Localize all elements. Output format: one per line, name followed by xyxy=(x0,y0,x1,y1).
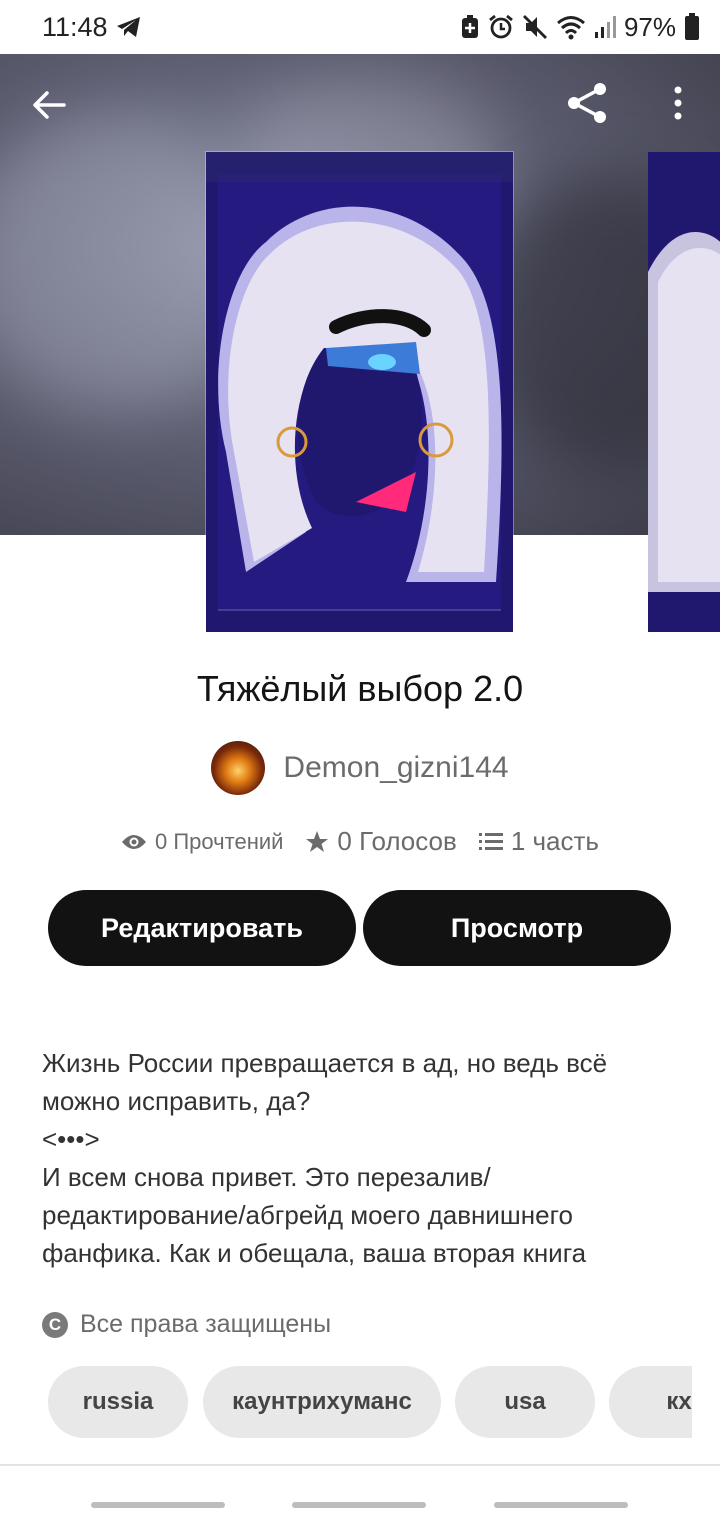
mute-icon xyxy=(522,15,547,39)
system-nav-bar xyxy=(0,1466,720,1520)
next-story-cover[interactable] xyxy=(648,152,720,632)
more-vertical-icon[interactable] xyxy=(664,84,692,124)
tag-chip[interactable]: кх xyxy=(609,1366,692,1438)
tag-list: russia каунтрихуманс usa кх xyxy=(48,1366,692,1438)
story-title: Тяжёлый выбор 2.0 xyxy=(196,668,524,709)
votes-stat: 0 Голосов xyxy=(305,826,457,857)
share-icon[interactable] xyxy=(564,80,610,126)
parts-count: 1 часть xyxy=(510,826,599,856)
battery-icon xyxy=(685,13,699,40)
copyright-text: Все права защищены xyxy=(80,1310,332,1338)
nav-handle[interactable] xyxy=(494,1502,628,1508)
edit-button[interactable]: Редактировать xyxy=(48,890,356,966)
arrow-back-icon[interactable] xyxy=(30,86,68,124)
reads-count: 0 Прочтений xyxy=(155,828,284,854)
tag-chip[interactable]: usa xyxy=(455,1366,595,1438)
telegram-icon xyxy=(117,17,140,37)
cover-illustration xyxy=(206,152,513,632)
battery-saver-icon xyxy=(461,15,478,38)
status-time: 11:48 xyxy=(42,12,108,42)
story-stats: 0 Прочтений 0 Голосов 1 часть xyxy=(0,826,720,857)
view-button[interactable]: Просмотр xyxy=(363,890,671,966)
wifi-icon xyxy=(556,16,585,40)
author-name[interactable]: Demon_gizni144 xyxy=(283,751,508,785)
status-icons: 97% xyxy=(460,12,700,42)
story-description[interactable]: Жизнь России превращается в ад, но ведь … xyxy=(42,1044,682,1272)
parts-stat: 1 часть xyxy=(478,826,599,857)
reads-stat: 0 Прочтений xyxy=(121,829,283,855)
status-bar: 11:48 97% xyxy=(0,0,720,54)
copyright-icon: C xyxy=(42,1311,68,1338)
alarm-icon xyxy=(489,14,513,39)
signal-icon xyxy=(594,16,616,38)
cover-illustration-next xyxy=(648,152,720,632)
story-cover[interactable] xyxy=(206,152,513,632)
copyright-notice: C Все права защищены xyxy=(42,1310,331,1339)
author-link[interactable]: Demon_gizni144 xyxy=(0,740,720,796)
tag-chip[interactable]: каунтрихуманс xyxy=(203,1366,441,1438)
star-icon xyxy=(306,830,329,852)
list-icon xyxy=(478,832,503,850)
avatar[interactable] xyxy=(211,741,266,795)
battery-percent: 97% xyxy=(623,11,676,42)
nav-handle[interactable] xyxy=(91,1502,225,1508)
nav-handle[interactable] xyxy=(292,1502,426,1508)
tag-chip[interactable]: russia xyxy=(48,1366,188,1438)
eye-icon xyxy=(122,834,147,849)
votes-count: 0 Голосов xyxy=(337,826,457,856)
